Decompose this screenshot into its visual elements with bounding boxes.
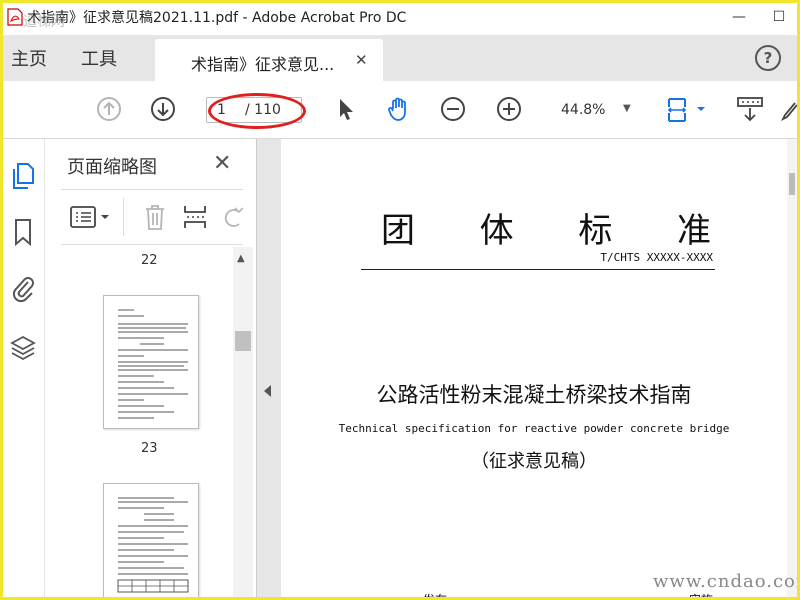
select-arrow-icon[interactable] <box>331 95 359 123</box>
thumbnail-page-24[interactable] <box>103 483 199 597</box>
document-page: 团 体 标 准 T/CHTS XXXXX-XXXX 公路活性粉末混凝土桥梁技术指… <box>281 139 787 597</box>
previous-page-icon[interactable] <box>95 95 123 123</box>
attachment-icon[interactable] <box>9 273 37 303</box>
thumbnail-page-number: 23 <box>141 441 158 456</box>
tab-home[interactable]: 主页 <box>11 45 47 71</box>
thumbnail-scrollbar[interactable]: ▲ <box>233 247 253 597</box>
chevron-down-icon: ▼ <box>623 103 631 114</box>
rotate-page-icon[interactable] <box>221 202 243 232</box>
scroll-up-icon[interactable]: ▲ <box>237 253 245 264</box>
help-button[interactable]: ? <box>755 45 781 71</box>
thumbnail-panel: 页面缩略图 ✕ 22 23 ▲ <box>45 139 257 597</box>
acrobat-pdf-icon <box>7 8 23 26</box>
scrollbar-thumb[interactable] <box>789 173 795 195</box>
window-title: 术指南》征求意见稿2021.11.pdf - Adobe Acrobat Pro… <box>27 10 407 26</box>
maximize-button[interactable]: ☐ <box>759 3 797 31</box>
acrobat-window: 术指南》征求意见稿2021.11.pdf - Adobe Acrobat Pro… <box>3 3 797 597</box>
fit-page-icon[interactable] <box>665 95 711 123</box>
next-page-icon[interactable] <box>149 95 177 123</box>
site-watermark: www.cndao.com <box>653 571 797 592</box>
document-title-en: Technical specification for reactive pow… <box>338 422 730 435</box>
hand-tool-icon[interactable] <box>385 95 413 123</box>
toolbar-divider <box>123 198 124 236</box>
standard-char: 体 <box>479 211 514 251</box>
watermark-text: 追梯网 <box>23 14 65 30</box>
thumbnail-page-number: 22 <box>141 253 158 268</box>
delete-page-icon[interactable] <box>141 202 169 232</box>
options-menu-icon[interactable] <box>69 204 115 230</box>
tab-tools[interactable]: 工具 <box>81 45 117 71</box>
standard-char: 标 <box>578 211 613 251</box>
insert-page-icon[interactable] <box>181 202 209 232</box>
chevron-left-icon <box>264 385 271 397</box>
panel-close-button[interactable]: ✕ <box>213 151 231 176</box>
minimize-button[interactable]: — <box>719 3 759 31</box>
page-number-field[interactable]: 1 / 110 <box>206 97 302 123</box>
page-total: / 110 <box>245 102 281 118</box>
document-scrollbar[interactable] <box>787 139 797 597</box>
header-rule <box>361 269 715 270</box>
thumbnail-text-lines <box>117 497 189 593</box>
layers-icon[interactable] <box>9 333 37 363</box>
scrollbar-thumb[interactable] <box>235 331 251 351</box>
tab-close-button[interactable]: ✕ <box>355 51 368 69</box>
thumbnail-toolbar <box>61 189 243 245</box>
zoom-level-dropdown[interactable]: 44.8% ▼ <box>551 99 637 123</box>
standard-code: T/CHTS XXXXX-XXXX <box>600 251 713 264</box>
tab-bar: 主页 工具 术指南》征求意见... ✕ ? <box>3 35 797 81</box>
zoom-out-icon[interactable] <box>439 95 467 123</box>
document-view[interactable]: 团 体 标 准 T/CHTS XXXXX-XXXX 公路活性粉末混凝土桥梁技术指… <box>281 139 797 597</box>
toolbar: 1 / 110 44.8% ▼ <box>3 81 797 139</box>
page-current: 1 <box>217 102 226 118</box>
thumbnail-page-23[interactable] <box>103 295 199 429</box>
document-title-cn: 公路活性粉末混凝土桥梁技术指南 <box>376 383 692 407</box>
thumbnail-list[interactable]: 22 23 ▲ <box>45 247 257 597</box>
tab-document[interactable]: 术指南》征求意见... ✕ <box>155 39 383 81</box>
bookmark-icon[interactable] <box>9 217 37 247</box>
panel-collapse-handle[interactable] <box>257 139 281 597</box>
scroll-mode-icon[interactable] <box>735 95 765 123</box>
standard-char: 团 <box>381 211 415 251</box>
publish-label: 发布 <box>423 591 447 597</box>
panel-title: 页面缩略图 <box>67 157 157 178</box>
zoom-in-icon[interactable] <box>495 95 523 123</box>
page-thumbnails-icon[interactable] <box>9 161 37 191</box>
navigation-rail <box>3 139 45 597</box>
title-bar: 术指南》征求意见稿2021.11.pdf - Adobe Acrobat Pro… <box>3 3 797 31</box>
standard-char: 准 <box>676 211 711 251</box>
standard-title: 团 体 标 准 <box>381 203 711 252</box>
zoom-value: 44.8% <box>561 102 606 118</box>
thumbnail-text-lines <box>118 309 188 419</box>
pen-icon[interactable] <box>781 95 797 123</box>
draft-label: （征求意见稿） <box>471 451 597 472</box>
document-tab-label: 术指南》征求意见... <box>191 55 335 74</box>
